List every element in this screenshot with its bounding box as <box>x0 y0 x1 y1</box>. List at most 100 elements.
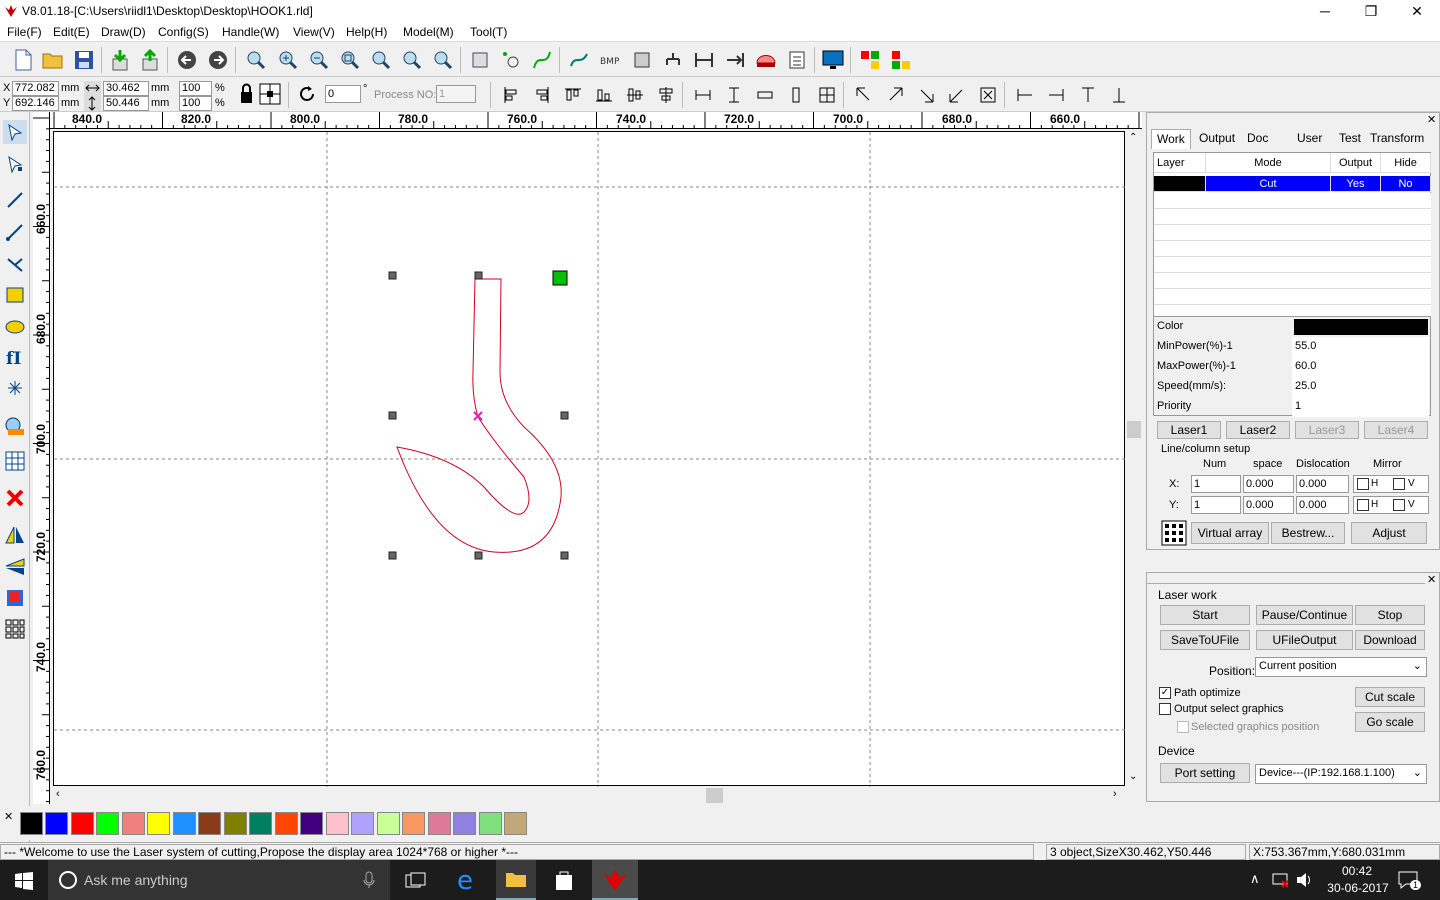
node-edit-icon[interactable] <box>499 48 523 72</box>
process-no-input[interactable]: 1 <box>436 85 476 103</box>
bestrew-button[interactable]: Bestrew... <box>1271 522 1345 544</box>
x-mirror-v-checkbox[interactable] <box>1393 478 1405 490</box>
delete-icon[interactable] <box>3 486 27 510</box>
frame-icon[interactable] <box>630 48 654 72</box>
palette-swatch[interactable] <box>122 812 145 835</box>
align-top-icon[interactable] <box>561 83 585 107</box>
laser-head-icon[interactable] <box>754 48 778 72</box>
vertical-scrollbar[interactable]: ⌃ ⌄ <box>1126 131 1142 786</box>
prop-minpower-input[interactable]: 55.0 <box>1292 337 1429 357</box>
align-vcenter-icon[interactable] <box>654 83 678 107</box>
move-left-icon[interactable] <box>1013 83 1037 107</box>
redo-icon[interactable] <box>206 48 230 72</box>
center-page-icon[interactable] <box>815 83 839 107</box>
laser-panel-close-icon[interactable]: ✕ <box>1427 573 1436 586</box>
go-scale-button[interactable]: Go scale <box>1355 712 1425 732</box>
palette-swatch[interactable] <box>428 812 451 835</box>
y-space-input[interactable]: 0.000 <box>1243 496 1294 514</box>
list-icon[interactable] <box>785 48 809 72</box>
zoom-page-icon[interactable] <box>369 48 393 72</box>
save-icon[interactable] <box>72 48 96 72</box>
move-bottomright-icon[interactable] <box>914 83 938 107</box>
download-button[interactable]: Download <box>1355 630 1425 650</box>
mirror-vertical-icon[interactable] <box>3 555 27 579</box>
rotate-angle-input[interactable]: 0 <box>325 85 361 103</box>
zoom-all-icon[interactable] <box>400 48 424 72</box>
tab-test[interactable]: Test <box>1334 129 1366 149</box>
maximize-button[interactable]: ❐ <box>1348 0 1394 22</box>
node-arrow-icon[interactable] <box>3 152 27 176</box>
tree-icon[interactable] <box>661 48 685 72</box>
menu-file[interactable]: File(F) <box>7 25 42 39</box>
laser1-button[interactable]: Laser1 <box>1157 421 1221 439</box>
scale-y-input[interactable]: 100 <box>179 96 212 111</box>
device-select[interactable]: Device---(IP:192.168.1.100) ⌄ <box>1255 764 1427 784</box>
zoom-pan-icon[interactable] <box>244 48 268 72</box>
pause-continue-button[interactable]: Pause/Continue <box>1256 605 1353 625</box>
edge-icon[interactable]: e <box>448 860 488 900</box>
palette-swatch[interactable] <box>402 812 425 835</box>
tab-user[interactable]: User <box>1292 129 1327 149</box>
align-right-icon[interactable] <box>530 83 554 107</box>
y-dislocation-input[interactable]: 0.000 <box>1296 496 1349 514</box>
menu-help[interactable]: Help(H) <box>346 25 387 39</box>
x-num-input[interactable]: 1 <box>1191 475 1241 493</box>
output-select-checkbox[interactable] <box>1159 703 1171 715</box>
palette-swatch[interactable] <box>504 812 527 835</box>
align-hcenter-icon[interactable] <box>623 83 647 107</box>
v-distribute-icon[interactable] <box>784 83 808 107</box>
select-box-icon[interactable] <box>468 48 492 72</box>
monitor-icon[interactable] <box>821 48 845 72</box>
palette-swatch[interactable] <box>453 812 476 835</box>
move-down-icon[interactable] <box>1107 83 1131 107</box>
scroll-thumb[interactable] <box>1127 421 1141 438</box>
palette-swatch[interactable] <box>326 812 349 835</box>
polyline-tool-icon[interactable] <box>3 220 27 244</box>
palette-swatch[interactable] <box>275 812 298 835</box>
palette-swatch[interactable] <box>479 812 502 835</box>
scroll-right-icon[interactable]: › <box>1113 788 1117 800</box>
distribute-icon[interactable] <box>692 48 716 72</box>
laser2-button[interactable]: Laser2 <box>1226 421 1290 439</box>
layer-mode-cell[interactable]: Cut <box>1206 176 1331 192</box>
windows-start-icon[interactable] <box>15 872 33 890</box>
task-view-icon[interactable] <box>405 872 427 890</box>
menu-view[interactable]: View(V) <box>293 25 335 39</box>
mirror-horizontal-icon[interactable] <box>3 523 27 547</box>
save-to-ufile-button[interactable]: SaveToUFile <box>1160 630 1250 650</box>
virtual-array-button[interactable]: Virtual array <box>1191 522 1269 544</box>
width-input[interactable]: 30.462 <box>103 81 149 96</box>
position-select[interactable]: Current position ⌄ <box>1255 657 1427 677</box>
layer-color-cell[interactable] <box>1154 176 1206 192</box>
file-explorer-icon[interactable] <box>496 860 536 900</box>
prop-maxpower-input[interactable]: 60.0 <box>1292 357 1429 377</box>
point-tool-icon[interactable] <box>3 376 27 400</box>
menu-tool[interactable]: Tool(T) <box>470 25 507 39</box>
laser3-button[interactable]: Laser3 <box>1295 421 1359 439</box>
zoom-fit-icon[interactable] <box>431 48 455 72</box>
multi-array-icon[interactable] <box>889 48 913 72</box>
palette-swatch[interactable] <box>198 812 221 835</box>
network-icon[interactable] <box>1272 872 1290 888</box>
menu-draw[interactable]: Draw(D) <box>101 25 146 39</box>
close-button[interactable]: ✕ <box>1394 0 1440 22</box>
palette-swatch[interactable] <box>173 812 196 835</box>
menu-config[interactable]: Config(S) <box>158 25 209 39</box>
grid-tool-icon[interactable] <box>3 449 27 473</box>
palette-swatch[interactable] <box>45 812 68 835</box>
selected-position-checkbox[interactable] <box>1177 721 1189 733</box>
zoom-select-icon[interactable] <box>338 48 362 72</box>
ufile-output-button[interactable]: UFileOutput <box>1256 630 1353 650</box>
x-mirror-h-checkbox[interactable] <box>1357 478 1369 490</box>
array-tool-icon[interactable] <box>3 617 27 641</box>
ellipse-tool-icon[interactable] <box>3 315 27 339</box>
y-num-input[interactable]: 1 <box>1191 496 1241 514</box>
array-icon[interactable] <box>858 48 882 72</box>
zoom-out-icon[interactable] <box>307 48 331 72</box>
palette-swatch[interactable] <box>147 812 170 835</box>
same-height-icon[interactable] <box>722 83 746 107</box>
h-distribute-icon[interactable] <box>753 83 777 107</box>
minimize-button[interactable]: ─ <box>1302 0 1348 22</box>
laser-app-icon[interactable] <box>592 860 638 900</box>
start-button[interactable]: Start <box>1160 605 1250 625</box>
